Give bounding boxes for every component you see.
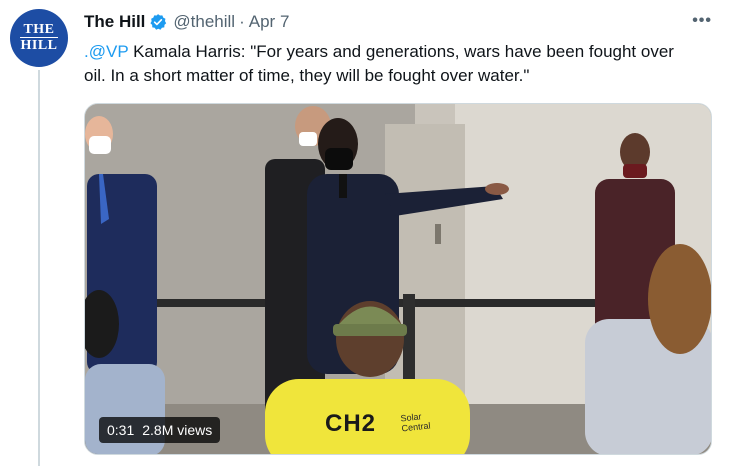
video-duration: 0:31 (107, 422, 135, 438)
mention-link[interactable]: .@VP (84, 42, 128, 61)
avatar-text-bottom: HILL (20, 37, 58, 53)
author-handle[interactable]: @thehill (173, 12, 235, 32)
tweet-header: The Hill @thehill · Apr 7 (84, 12, 289, 32)
video-views: 2.8M views (142, 422, 213, 438)
video-player[interactable]: CH2 Solar Central 0:31 2.8M views (84, 103, 712, 455)
avatar-text-top: THE (23, 22, 55, 37)
tweet-body: Kamala Harris: "For years and generation… (84, 42, 674, 85)
verified-badge-icon (150, 14, 167, 30)
tweet-text: .@VP Kamala Harris: "For years and gener… (84, 40, 694, 88)
tweet-date[interactable]: Apr 7 (249, 12, 290, 32)
author-name[interactable]: The Hill (84, 12, 145, 32)
video-frame (85, 104, 711, 454)
thread-line (38, 70, 40, 466)
more-options-icon[interactable]: ••• (692, 12, 712, 30)
shirt-logo-small: Solar Central (400, 411, 431, 433)
avatar[interactable]: THE HILL (10, 9, 68, 67)
video-info-badge: 0:31 2.8M views (99, 417, 221, 443)
separator-dot: · (239, 12, 245, 31)
shirt-logo: CH2 (325, 410, 377, 437)
